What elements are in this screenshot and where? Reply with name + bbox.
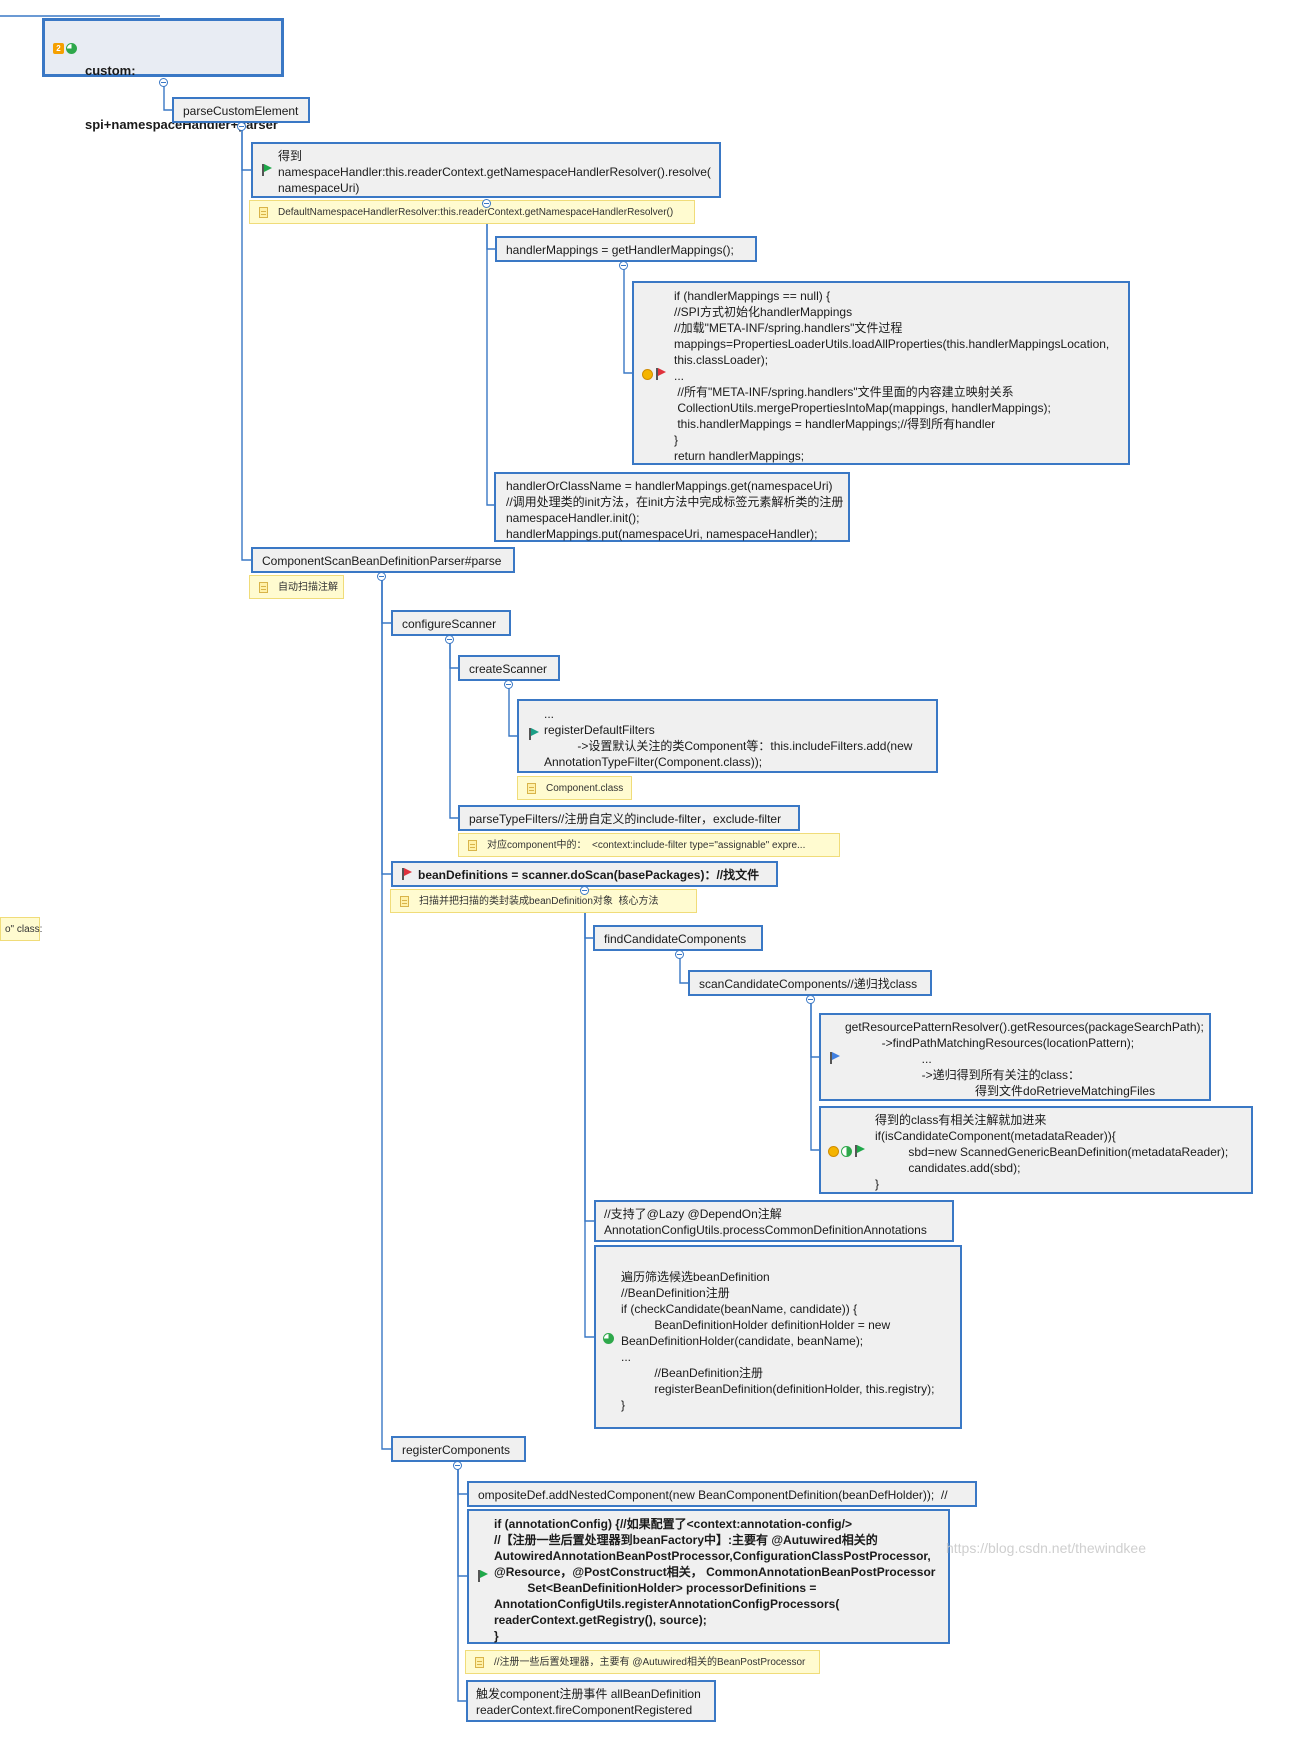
get-namespace-handler-node[interactable]: 得到 namespaceHandler:this.readerContext.g…: [251, 142, 721, 198]
connector-line: [810, 1000, 819, 1151]
red-flag-icon: [401, 868, 412, 880]
note-icon: [259, 582, 268, 593]
note-icon: [527, 783, 536, 794]
note-icon: [475, 1657, 484, 1668]
root-topic[interactable]: custom: spi+namespaceHandler+parser: [42, 18, 284, 132]
root-icons: 2: [53, 43, 77, 54]
connector-line: [449, 640, 458, 819]
collapse-toggle-scan-candidate[interactable]: [806, 995, 815, 1004]
connector-line: [584, 891, 594, 1338]
collapse-toggle-register-components[interactable]: [453, 1461, 462, 1470]
connector-line: [457, 1466, 467, 1577]
lazy-depend-node[interactable]: //支持了@Lazy @DependOn注解 AnnotationConfigU…: [594, 1200, 954, 1242]
connector-line: [679, 955, 688, 984]
connector-line: [810, 1000, 819, 1058]
collapse-toggle-parse-custom[interactable]: [237, 122, 246, 131]
teal-flag-icon: [528, 728, 539, 740]
component-class-note: Component.class: [517, 776, 632, 800]
handler-mappings-code-node[interactable]: if (handlerMappings == null) { //SPI方式初始…: [632, 281, 1130, 465]
parse-type-filters-note: 对应component中的： <context:include-filter t…: [458, 833, 840, 857]
progress-icon: [603, 1333, 614, 1344]
annotation-config-note: //注册一些后置处理器，主要有 @Autuwired相关的BeanPostPro…: [465, 1650, 820, 1674]
green-flag-icon: [261, 164, 272, 176]
connector-line: [381, 577, 391, 1450]
collapse-toggle-handler-mappings[interactable]: [619, 261, 628, 270]
handler-mappings-node[interactable]: handlerMappings = getHandlerMappings();: [495, 236, 757, 262]
component-class-note-text: Component.class: [546, 783, 624, 794]
green-flag-icon: [854, 1145, 865, 1157]
bean-definitions-node[interactable]: beanDefinitions = scanner.doScan(basePac…: [391, 861, 778, 887]
left-edge-note: o" class:: [0, 917, 43, 941]
priority-2-icon: 2: [53, 43, 64, 54]
is-candidate-node[interactable]: 得到的class有相关注解就加进来 if(isCandidateComponen…: [819, 1106, 1253, 1194]
component-scan-note-text: 自动扫描注解: [278, 582, 338, 593]
collapse-toggle-root[interactable]: [159, 78, 168, 87]
component-scan-parse-node[interactable]: ComponentScanBeanDefinitionParser#parse: [251, 547, 515, 573]
scan-candidate-node[interactable]: scanCandidateComponents//递归找class: [688, 970, 932, 996]
watermark: https://blog.csdn.net/thewindkee: [945, 1540, 1146, 1556]
collapse-toggle-get-handler[interactable]: [482, 199, 491, 208]
note-icon: [259, 207, 268, 218]
annotation-config-node[interactable]: if (annotationConfig) {//如果配置了<context:a…: [467, 1509, 950, 1644]
register-default-filters-icons: [528, 728, 539, 740]
collapse-toggle-find-candidate[interactable]: [675, 950, 684, 959]
get-handler-icons: [261, 164, 272, 176]
smiley-icon: [828, 1145, 839, 1157]
create-scanner-node[interactable]: createScanner: [458, 655, 560, 681]
is-candidate-icons: [828, 1145, 865, 1157]
get-resources-node[interactable]: getResourcePatternResolver().getResource…: [819, 1013, 1211, 1101]
get-resources-icons: [829, 1052, 840, 1064]
note-icon: [468, 840, 477, 851]
connector-line: [381, 577, 391, 875]
connector-line: [623, 266, 632, 374]
handler-init-node[interactable]: handlerOrClassName = handlerMappings.get…: [494, 472, 850, 542]
connector-line: [508, 685, 517, 737]
connector-line: [381, 577, 391, 624]
connector-line: [449, 640, 458, 669]
parse-type-filters-node[interactable]: parseTypeFilters//注册自定义的include-filter，e…: [458, 805, 800, 831]
progress-icon: [66, 43, 77, 54]
collapse-toggle-bean-definitions[interactable]: [580, 886, 589, 895]
collapse-toggle-create-scanner[interactable]: [504, 680, 513, 689]
annotation-config-icons: [477, 1570, 488, 1582]
bean-definitions-note: 扫描并把扫描的类封装成beanDefinition对象 核心方法: [390, 889, 697, 913]
register-components-node[interactable]: registerComponents: [391, 1436, 526, 1462]
register-default-filters-node[interactable]: ... registerDefaultFilters ->设置默认关注的类Com…: [517, 699, 938, 773]
parse-type-filters-note-text: 对应component中的： <context:include-filter t…: [487, 840, 806, 851]
red-flag-icon: [655, 368, 666, 380]
check-candidate-icons: [603, 1333, 614, 1344]
left-edge-note-text: o" class:: [5, 924, 43, 935]
green-flag-icon: [477, 1570, 488, 1582]
fire-event-node[interactable]: 触发component注册事件 allBeanDefinition reader…: [466, 1680, 716, 1722]
connector-line: [457, 1466, 467, 1495]
get-handler-note: DefaultNamespaceHandlerResolver:this.rea…: [249, 200, 695, 224]
bean-definitions-note-text: 扫描并把扫描的类封装成beanDefinition对象 核心方法: [419, 896, 659, 907]
collapse-toggle-configure-scanner[interactable]: [445, 635, 454, 644]
find-candidate-node[interactable]: findCandidateComponents: [593, 925, 763, 951]
root-title-line1: custom:: [85, 63, 136, 78]
check-candidate-node[interactable]: 遍历筛选候选beanDefinition //BeanDefinition注册 …: [594, 1245, 962, 1429]
blue-flag-icon: [829, 1052, 840, 1064]
annotation-config-note-text: //注册一些后置处理器，主要有 @Autuwired相关的BeanPostPro…: [494, 1657, 806, 1668]
smiley-icon: [642, 368, 653, 380]
collapse-toggle-component-scan[interactable]: [377, 572, 386, 581]
configure-scanner-node[interactable]: configureScanner: [391, 610, 511, 636]
component-scan-note: 自动扫描注解: [249, 575, 344, 599]
note-icon: [400, 896, 409, 907]
half-progress-icon: [841, 1145, 852, 1157]
connector-line: [241, 127, 251, 561]
composite-def-node[interactable]: ompositeDef.addNestedComponent(new BeanC…: [467, 1481, 977, 1507]
handler-mappings-icons: [642, 368, 666, 380]
get-handler-note-text: DefaultNamespaceHandlerResolver:this.rea…: [278, 207, 674, 218]
parse-custom-element-node[interactable]: parseCustomElement: [172, 97, 310, 123]
bean-definitions-icons: [401, 868, 412, 880]
